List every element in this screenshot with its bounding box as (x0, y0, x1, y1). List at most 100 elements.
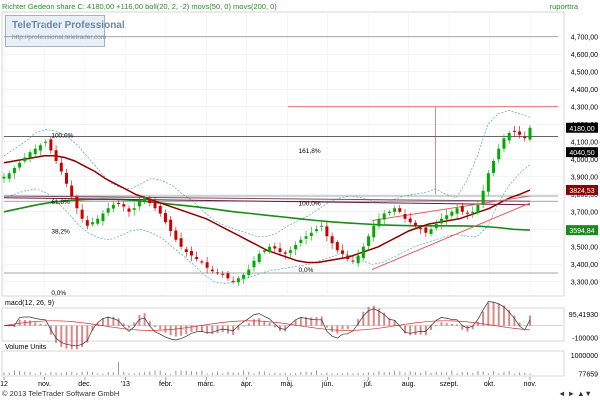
candle-body (486, 173, 490, 192)
candle-body (221, 273, 225, 275)
macd-pane[interactable] (1, 307, 565, 342)
macd-histogram-bar (456, 324, 459, 326)
macd-histogram-bar (409, 325, 412, 336)
candle-body (325, 226, 329, 237)
candle-body (174, 230, 178, 240)
candle-body (143, 197, 147, 201)
candle-body (184, 249, 188, 252)
macd-histogram-bar (200, 325, 203, 332)
candle-body (429, 229, 433, 234)
footer-copyright: © 2013 TeleTrader Software GmbH (2, 389, 120, 398)
candle-body (518, 131, 522, 135)
candle-body (398, 208, 402, 212)
candle-body (132, 208, 136, 210)
volume-label: Volume Units (5, 344, 47, 351)
candle-body (341, 250, 345, 254)
macd-histogram-bar (346, 325, 349, 329)
macd-histogram-bar (252, 319, 255, 326)
macd-histogram-bar (154, 325, 157, 328)
candle-body (252, 260, 256, 268)
macd-histogram-bar (435, 324, 438, 326)
macd-histogram-bar (211, 325, 214, 335)
main-plot-area[interactable] (1, 11, 565, 297)
candle-body (288, 250, 292, 253)
candle-body (314, 229, 318, 232)
candle-body (242, 274, 246, 279)
macd-histogram-bar (185, 325, 188, 335)
candle-body (346, 255, 350, 259)
macd-histogram-bar (362, 311, 365, 326)
fib-label: 161,8% (299, 148, 321, 155)
y-tick-label: 4,700,00 (571, 34, 598, 41)
x-tick-label: ápr. (241, 381, 253, 388)
candle-body (96, 218, 100, 224)
candle-body (226, 273, 230, 279)
candle-body (273, 246, 277, 249)
macd-label: macd(12, 26, 9) (5, 300, 54, 307)
candle-body (497, 148, 501, 160)
candle-body (236, 278, 240, 283)
x-tick-label: máj. (281, 381, 294, 388)
ma50-line (3, 155, 531, 264)
candle-body (481, 190, 485, 204)
footer-nav[interactable]: ◄ ► ▲▼ (558, 389, 592, 398)
macd-histogram-bar (18, 319, 21, 326)
macd-histogram-bar (60, 325, 63, 348)
candle-body (106, 208, 110, 213)
last-value-label: 4040,50 (569, 150, 594, 157)
y-tick-label: 3,300,00 (571, 279, 598, 286)
candle-body (80, 209, 84, 219)
macd-histogram-bar (299, 317, 302, 326)
candle-body (408, 218, 412, 223)
macd-histogram-bar (351, 325, 354, 327)
candle-body (304, 236, 308, 239)
candle-body (476, 204, 480, 213)
candle-body (330, 236, 334, 244)
fib-label: 38,2% (51, 229, 70, 236)
macd-histogram-bar (174, 325, 177, 337)
fib-label: 61,8% (51, 199, 70, 206)
x-tick-label: febr. (159, 381, 173, 388)
macd-histogram-bar (159, 325, 162, 330)
candle-body (413, 222, 417, 226)
candle-body (205, 262, 209, 268)
candle-body (361, 246, 365, 258)
candle-body (320, 225, 324, 227)
volume-pane[interactable] (1, 350, 565, 377)
candle-body (257, 253, 261, 262)
macd-histogram-bar (492, 302, 495, 326)
candle-body (492, 161, 496, 173)
candle-body (195, 256, 199, 259)
candle-body (44, 141, 48, 143)
candle-body (85, 220, 89, 226)
x-tick-label: nov. (38, 381, 51, 388)
macd-histogram-bar (487, 302, 490, 326)
fib-label: 0,0% (51, 290, 66, 297)
candle-body (502, 138, 506, 149)
last-value-label: 3594,84 (569, 228, 594, 235)
candle-body (122, 204, 126, 207)
macd-y-label: -100000 (572, 336, 598, 343)
macd-histogram-bar (450, 324, 453, 326)
candle-body (367, 236, 371, 246)
macd-histogram-bar (497, 303, 500, 326)
candle-body (372, 225, 376, 238)
candle-body (512, 130, 516, 132)
candle-body (91, 222, 95, 225)
candle-body (528, 127, 532, 140)
candle-body (278, 248, 282, 252)
boll-lower-line (3, 164, 531, 284)
macd-histogram-bar (440, 322, 443, 326)
candle-body (200, 261, 204, 263)
candle-body (424, 227, 428, 233)
macd-histogram-bar (310, 317, 313, 326)
candle-body (335, 242, 339, 251)
candle-body (262, 250, 266, 252)
candle-body (23, 157, 27, 162)
candle-body (377, 218, 381, 227)
chart-window: Richter Gedeon share C: 4180,00 +116,00 … (0, 0, 600, 400)
candle-body (445, 215, 449, 220)
macd-histogram-bar (242, 325, 245, 327)
macd-histogram-bar (325, 325, 328, 328)
candle-body (471, 211, 475, 213)
